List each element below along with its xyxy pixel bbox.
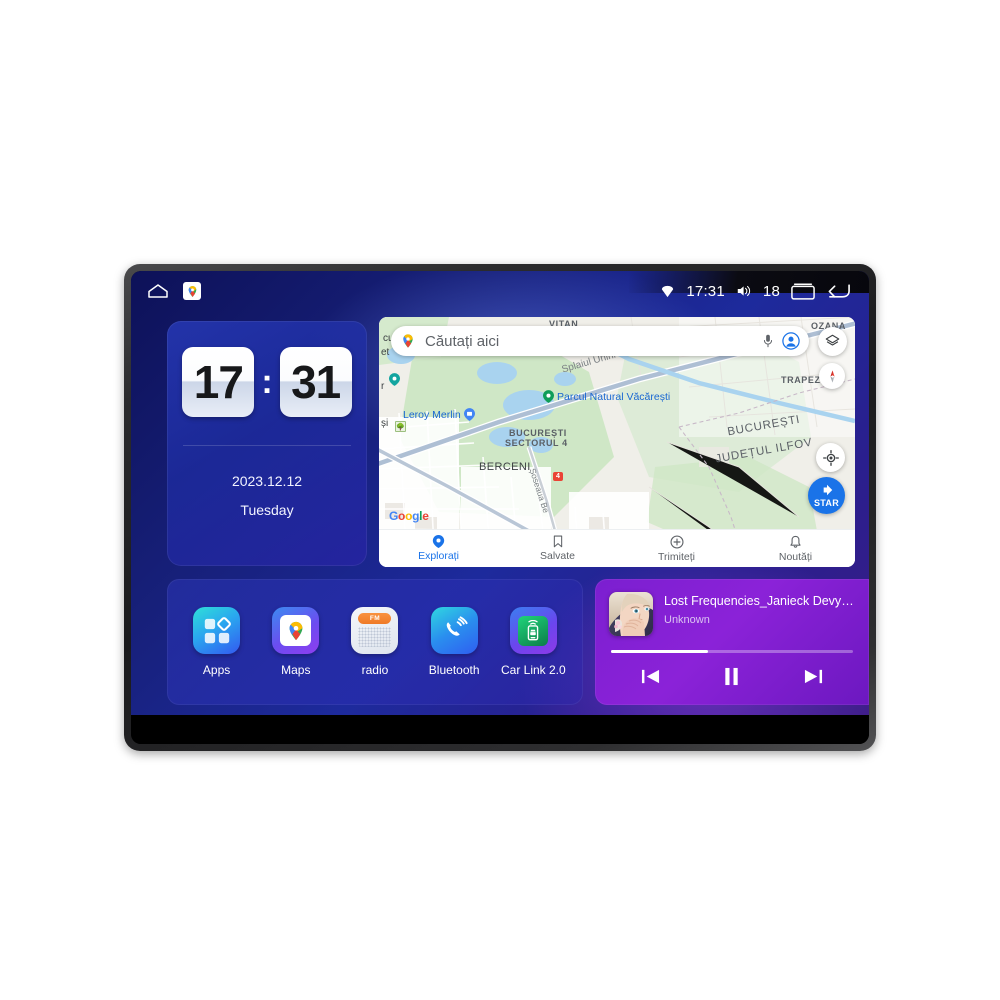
google-maps-icon [272,607,320,654]
next-track-button[interactable] [803,667,824,686]
app-item-radio[interactable]: FM radio [338,607,412,677]
recents-icon[interactable] [791,283,815,300]
google-logo-e: e [422,509,429,523]
clock-minutes-card: 31 [279,347,352,417]
track-title: Lost Frequencies_Janieck Devy-... [664,594,855,608]
google-logo-g1: G [389,509,399,523]
back-icon[interactable] [826,282,851,300]
clock-weekday: Tuesday [240,502,294,518]
clock-hours: 17 [193,356,244,408]
clock-minutes: 31 [291,356,341,408]
app-item-apps[interactable]: Apps [180,607,254,677]
apps-grid-icon [193,607,241,654]
app-label-bluetooth: Bluetooth [428,663,480,677]
map-nav-noutati[interactable]: Noutăți [736,530,855,567]
music-top: Lost Frequencies_Janieck Devy-... Unknow… [609,592,855,636]
play-pause-button[interactable] [722,666,741,687]
map-search-input[interactable]: Căutați aici [425,333,762,350]
contribute-plus-icon [669,534,684,549]
my-location-icon[interactable] [816,443,845,472]
status-time: 17:31 [686,282,725,300]
music-controls [609,666,855,687]
app-item-bluetooth[interactable]: Bluetooth [417,607,491,677]
map-nav-explorati-label: Explorați [418,550,459,562]
clock-widget[interactable]: 17 : 31 2023.12.12 Tuesday [167,321,367,566]
previous-track-button[interactable] [640,667,661,686]
bell-updates-icon [790,535,801,548]
volume-level: 18 [762,282,780,300]
map-nav-trimiteti-label: Trimiteți [658,550,695,563]
volume-icon[interactable] [736,284,752,298]
screen: 17:31 18 17: 31 2023.12.12 Tuesday VITA… [131,271,869,744]
layers-icon[interactable] [818,327,847,356]
status-bar: 17:31 18 [131,271,869,311]
account-avatar-icon[interactable] [782,332,800,350]
playback-progress-bar[interactable] [611,650,853,653]
gps-location-icon [660,284,675,299]
app-item-maps[interactable]: Maps [259,607,333,677]
google-maps-widget[interactable]: VITAN OZANA Unirii Splaiul Unirii TRAPEZ… [379,317,855,567]
clock-date: 2023.12.12 [231,473,303,489]
radio-grill [358,627,392,647]
car-head-unit-device: 17:31 18 17: 31 2023.12.12 Tuesday VITA… [124,264,876,751]
car-link-inner [518,615,549,646]
track-artist: Unknown [664,614,710,626]
google-logo: Google [389,509,429,523]
app-label-radio: radio [361,663,389,677]
car-link-icon [509,607,557,654]
google-maps-icon[interactable] [183,282,201,300]
bookmark-icon [553,535,562,548]
clock-divider [183,445,351,446]
app-dock: Apps Maps FM radio Bluetooth Car Link 2.… [167,579,583,705]
google-maps-pin-icon [400,333,416,349]
screen-black-area [131,715,869,744]
app-label-car-link: Car Link 2.0 [500,663,566,677]
map-nav-salvate-label: Salvate [539,550,576,562]
map-nav-explorati[interactable]: Explorați [379,530,498,567]
music-player-widget[interactable]: Lost Frequencies_Janieck Devy-... Unknow… [595,579,869,705]
home-icon[interactable] [147,283,169,299]
start-button-label: STAR [813,498,840,508]
fm-radio-icon: FM [351,607,399,654]
map-nav-trimiteti[interactable]: Trimiteți [617,530,736,567]
map-nav-salvate[interactable]: Salvate [498,530,617,567]
clock-hours-card: 17 [182,347,255,417]
album-art [609,592,653,636]
maps-tile [280,615,312,646]
app-item-car-link[interactable]: Car Link 2.0 [496,607,570,677]
explore-pin-icon [432,535,445,548]
navigation-arrow-icon [823,484,832,496]
map-bottom-nav: Explorați Salvate Trimiteți Noutăți [379,529,855,567]
bluetooth-phone-icon [430,607,478,654]
clock-separator: : [261,363,273,401]
fm-band-label: FM [358,613,392,624]
app-label-maps: Maps [281,663,311,677]
map-nav-noutati-label: Noutăți [778,550,813,563]
flip-clock: 17 : 31 [167,321,367,417]
microphone-icon[interactable] [762,334,774,348]
music-metadata: Lost Frequencies_Janieck Devy-... Unknow… [664,592,855,626]
app-label-apps: Apps [202,663,231,677]
map-search-bar[interactable]: Căutați aici [391,326,809,356]
compass-icon[interactable] [819,363,845,389]
playback-progress-fill [611,650,708,653]
start-navigation-button[interactable]: STAR [808,477,845,514]
